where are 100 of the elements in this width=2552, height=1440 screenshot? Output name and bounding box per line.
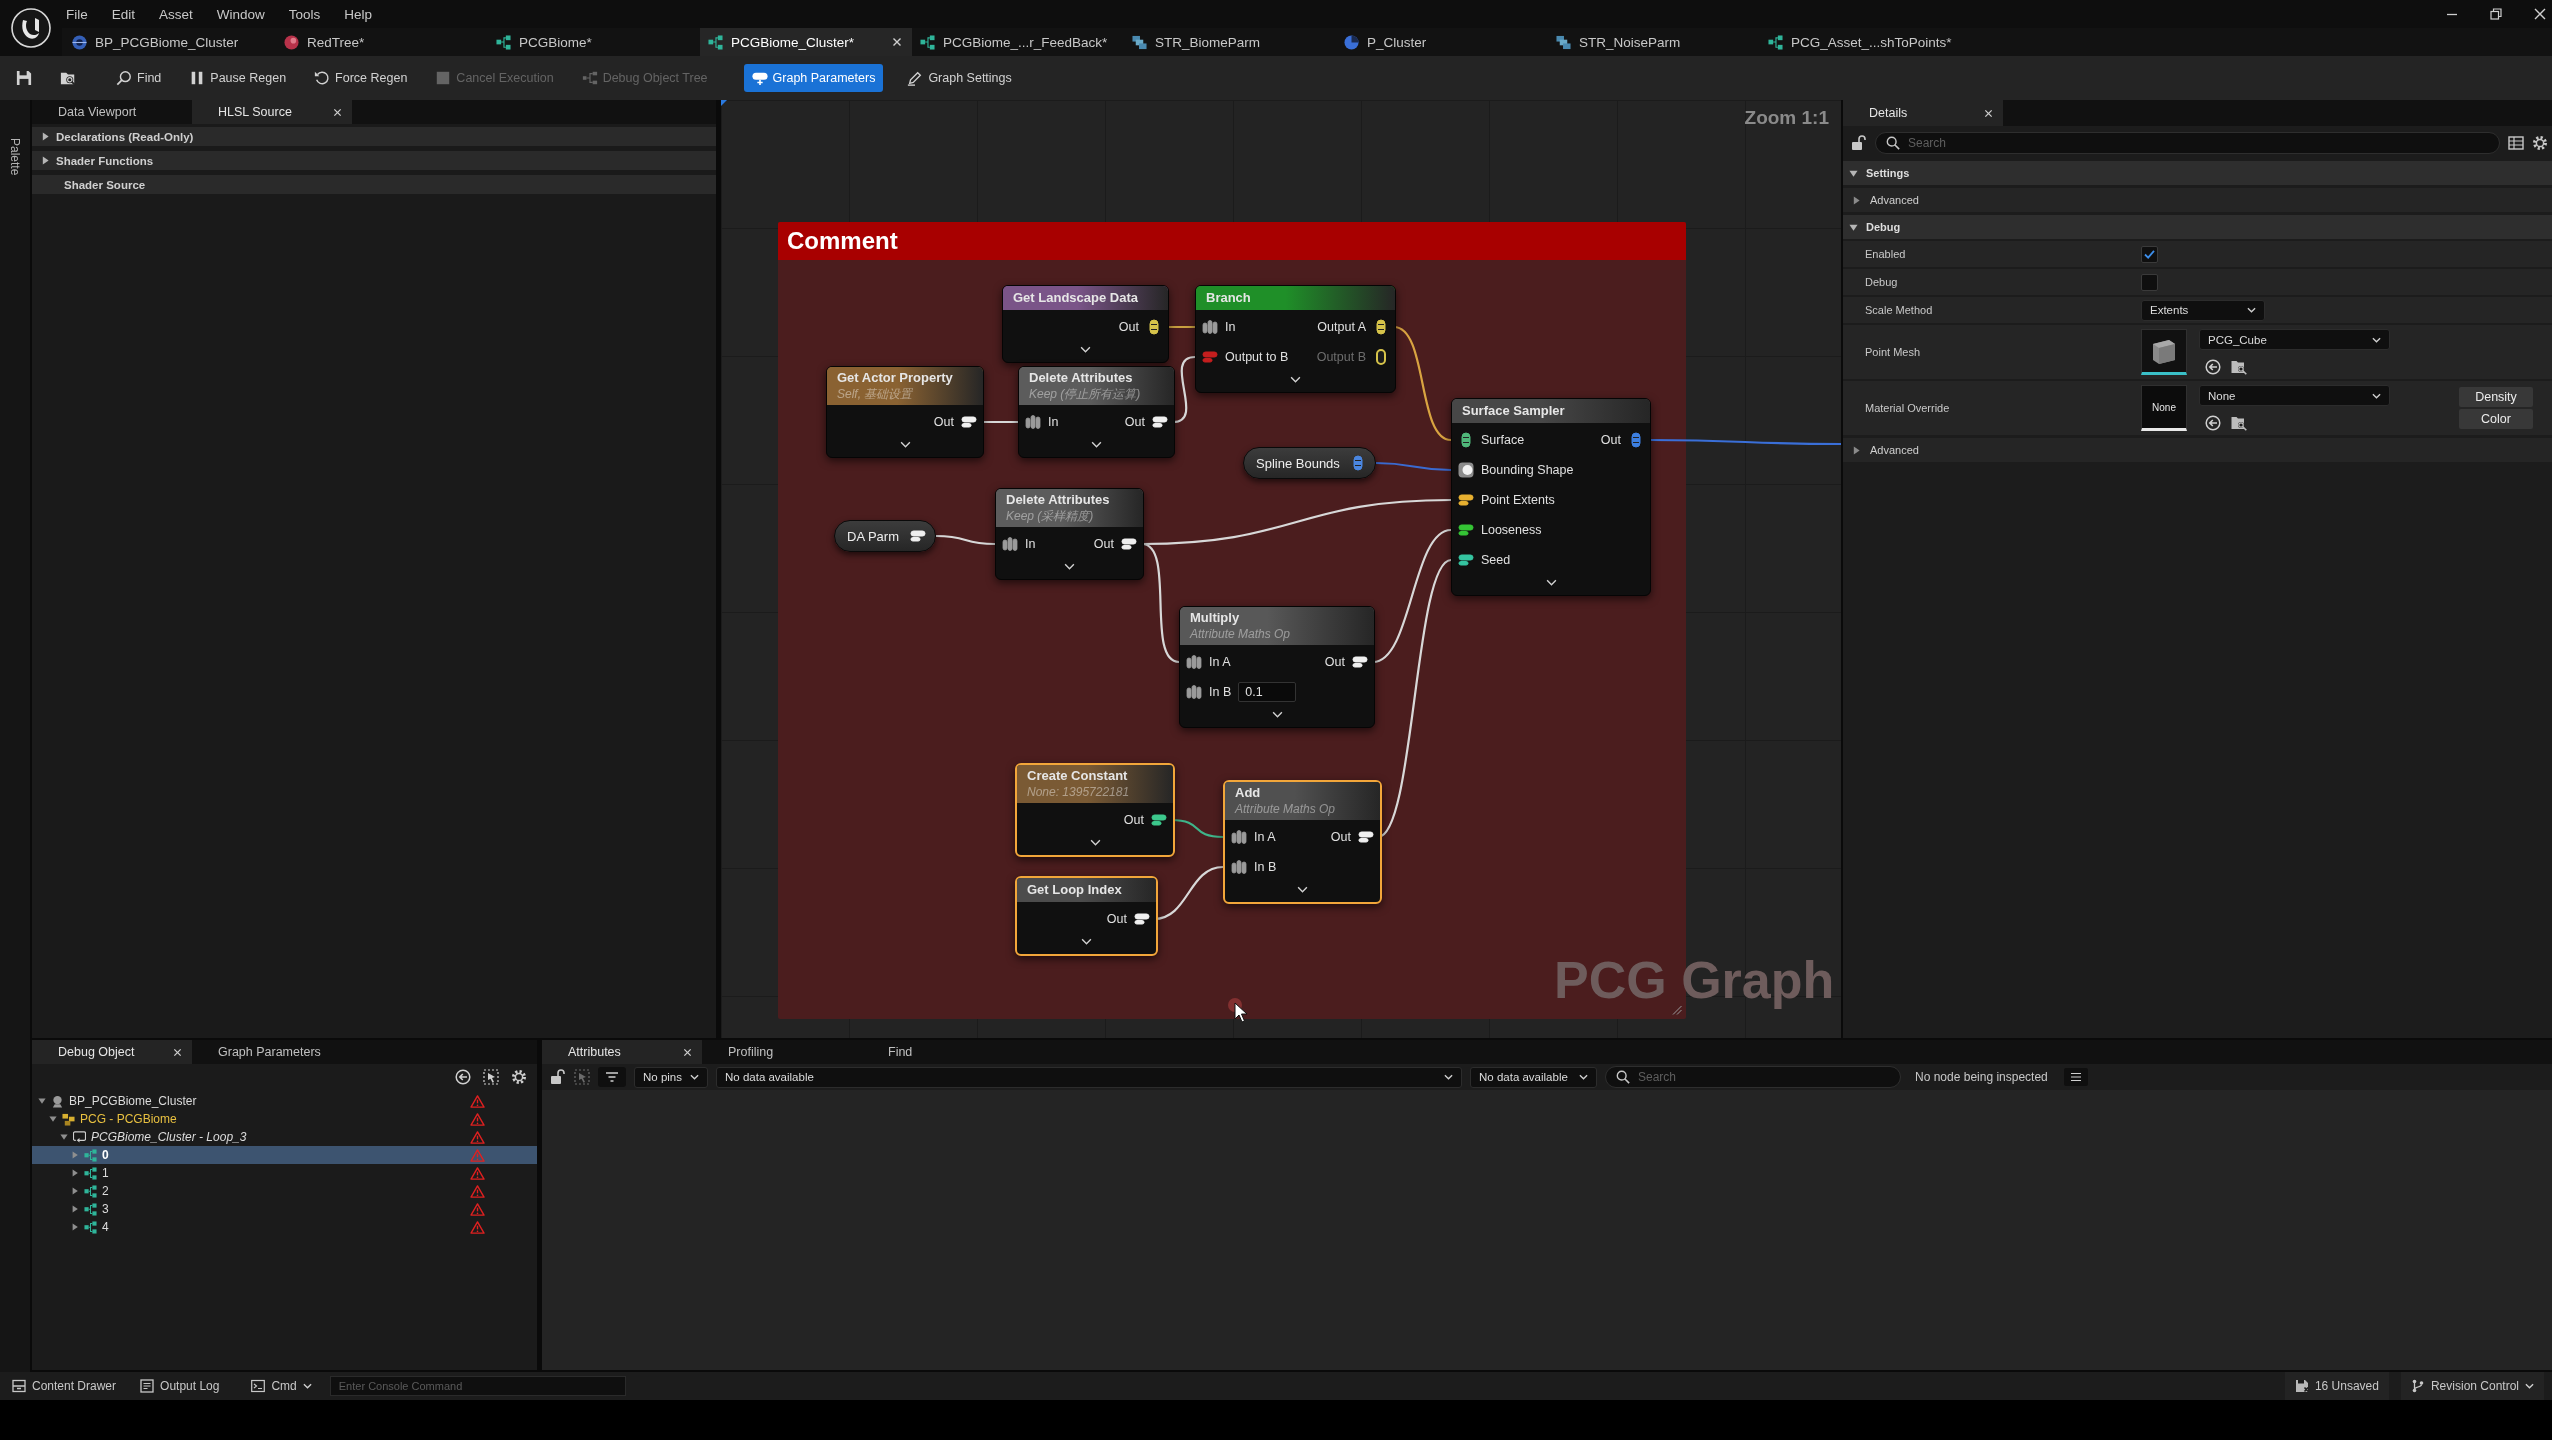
option-button[interactable]: Color [2459,409,2533,429]
close-icon[interactable] [683,1047,692,1057]
status-button[interactable]: Output Log [134,1374,226,1398]
input-pin-icon[interactable] [1458,552,1474,568]
input-pin-icon[interactable] [1002,536,1018,552]
command-dropdown[interactable]: Cmd [245,1374,318,1398]
folder-search-icon[interactable] [2231,415,2247,431]
chevron-down-icon[interactable] [1081,938,1092,945]
input-pin-icon[interactable] [1458,432,1474,448]
panel-tab[interactable]: Data Viewport [32,100,192,124]
graph-node[interactable]: Get Loop Index Out [1015,876,1158,956]
caret-down-icon[interactable] [60,1133,68,1141]
arrow-left-icon[interactable] [2205,359,2221,375]
graph-node[interactable]: Get Actor Property Self, 基础设置 Out [826,366,984,458]
chevron-down-icon[interactable] [1545,579,1557,586]
menu-item[interactable]: Tools [288,6,321,22]
caret-right-icon[interactable] [71,1169,79,1177]
document-tab[interactable]: STR_BiomeParm [1124,28,1336,56]
toolbar-button[interactable]: Graph Settings [903,64,1016,92]
arrow-left-icon[interactable] [2205,415,2221,431]
output-pin-icon[interactable] [1352,654,1368,670]
engine-logo-icon[interactable] [11,8,51,48]
status-button[interactable]: Content Drawer [6,1374,123,1398]
document-tab[interactable]: PCG_Asset_...shToPoints* [1760,28,1972,56]
section-header[interactable]: Declarations (Read-Only) [32,127,716,146]
panel-tab[interactable]: Attributes [542,1040,702,1064]
toolbar-button[interactable]: Pause Regen [185,64,291,92]
checkbox[interactable] [2141,245,2158,263]
dropdown[interactable]: No pins [634,1066,708,1088]
section-header[interactable]: Shader Source [32,175,716,194]
output-pin-icon[interactable] [961,414,977,430]
document-tab[interactable]: STR_NoiseParm [1548,28,1760,56]
close-icon[interactable] [2534,8,2546,20]
menu-item[interactable]: Asset [159,6,193,22]
pill-node[interactable]: DA Parm [834,520,936,552]
document-tab[interactable]: PCGBiome* [488,28,700,56]
palette-tab[interactable]: Palette [6,134,24,180]
chevron-down-icon[interactable] [1091,441,1102,448]
arrow-left-icon[interactable] [455,1069,471,1085]
close-icon[interactable] [1984,108,1993,118]
chevron-down-icon[interactable] [1080,346,1091,353]
chevron-down-icon[interactable] [1297,886,1308,893]
asset-dropdown[interactable]: PCG_Cube [2199,329,2390,350]
pill-node[interactable]: Spline Bounds [1243,447,1376,479]
graph-node[interactable]: Get Landscape Data Out [1002,285,1169,363]
tree-item[interactable]: 3 [32,1200,537,1218]
toolbar-button[interactable]: Graph Parameters [743,64,884,92]
option-button[interactable]: Density [2459,387,2533,407]
graph-node[interactable]: Surface Sampler Surface Out Bounding Shape Point Extents Looseness Seed [1451,398,1651,596]
status-button[interactable]: 16 Unsaved [2284,1372,2389,1400]
document-tab[interactable]: PCGBiome_...r_FeedBack* [912,28,1124,56]
tree-item[interactable]: 1 [32,1164,537,1182]
output-pin-icon[interactable] [910,528,926,544]
group-header[interactable]: Advanced [1843,188,2552,212]
caret-right-icon[interactable] [71,1223,79,1231]
input-pin-icon[interactable] [1202,319,1218,335]
graph-node[interactable]: Multiply Attribute Maths Op In A Out In B 0.1 [1179,606,1375,728]
toolbar-button[interactable]: Force Regen [310,64,412,92]
asset-dropdown[interactable]: None [2199,385,2390,406]
resize-grip-icon[interactable] [1672,1005,1682,1015]
close-icon[interactable] [173,1047,182,1057]
document-tab[interactable]: RedTree* [276,28,488,56]
tree-item[interactable]: BP_PCGBiome_Cluster [32,1092,537,1110]
checkbox[interactable] [2141,273,2158,291]
folder-search-icon[interactable] [2231,359,2247,375]
input-pin-icon[interactable] [1231,829,1247,845]
section-header[interactable]: Shader Functions [32,151,716,170]
graph-node[interactable]: Delete Attributes Keep (采样精度) In Out [995,488,1144,580]
document-tab[interactable]: PCGBiome_Cluster* [700,28,912,56]
dropdown[interactable]: Extents [2141,299,2265,321]
panel-tab[interactable]: Details [1843,100,2003,126]
caret-right-icon[interactable] [71,1205,79,1213]
category-header[interactable]: Debug [1843,215,2552,239]
tree-item[interactable]: 0 [32,1146,537,1164]
caret-down-icon[interactable] [38,1097,46,1105]
input-pin-icon[interactable] [1025,414,1041,430]
input-pin-icon[interactable] [1202,349,1218,365]
menu-item[interactable]: File [66,6,88,22]
tree-item[interactable]: 2 [32,1182,537,1200]
tree-item[interactable]: 4 [32,1218,537,1236]
category-header[interactable]: Settings [1843,161,2552,185]
graph-node[interactable]: Create Constant None: 1395722181 Out [1015,763,1175,857]
output-pin-icon[interactable] [1151,812,1167,828]
asset-thumbnail[interactable] [2141,329,2187,375]
dropdown[interactable]: No data available [1470,1066,1597,1088]
filter-button[interactable] [598,1067,626,1087]
input-pin-icon[interactable] [1458,462,1474,478]
chevron-down-icon[interactable] [899,441,911,448]
asset-thumbnail[interactable]: None [2141,385,2187,431]
panel-tab[interactable]: Find [862,1040,1022,1064]
dropdown[interactable]: No data available [716,1066,1462,1088]
panel-tab[interactable]: Profiling [702,1040,862,1064]
menu-item[interactable]: Help [344,6,373,22]
settings-icon[interactable] [511,1069,527,1085]
toolbar-button[interactable]: Find [112,64,166,92]
chevron-down-icon[interactable] [1089,839,1101,846]
caret-down-icon[interactable] [49,1115,57,1123]
restore-icon[interactable] [2490,8,2502,20]
output-pin-icon[interactable] [1146,319,1162,335]
input-pin-icon[interactable] [1186,684,1202,700]
